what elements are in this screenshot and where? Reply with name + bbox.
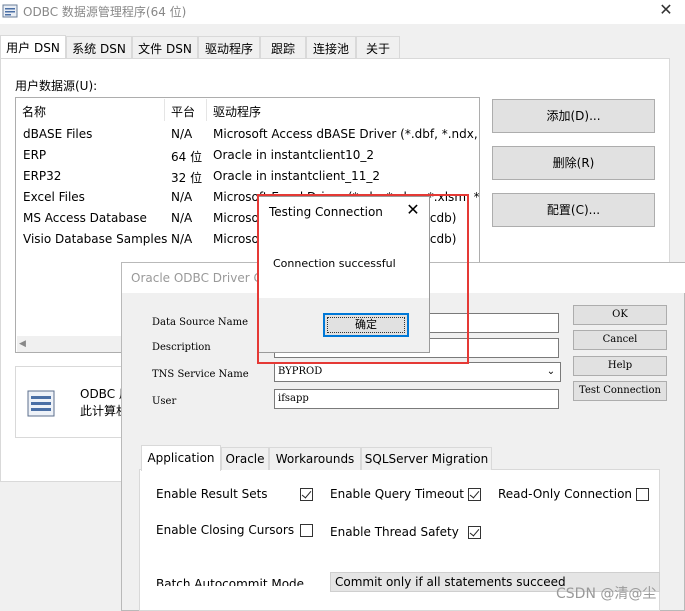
enable-thread-safety-label: Enable Thread Safety	[330, 525, 459, 539]
table-row[interactable]: ERP32 32 位 Oracle in instantclient_11_2	[16, 166, 479, 187]
help-button[interactable]: Help	[573, 356, 667, 376]
dsn-name: dBASE Files	[23, 127, 93, 141]
dsn-platform: N/A	[171, 127, 193, 141]
tab-application[interactable]: Application	[141, 445, 221, 471]
dsn-platform: 64 位	[171, 150, 203, 164]
dsn-name: Visio Database Samples	[23, 232, 168, 246]
odbc-app-icon	[2, 3, 18, 19]
batch-autocommit-label: Batch Autocommit Mode	[156, 577, 305, 586]
table-row[interactable]: dBASE Files N/A Microsoft Access dBASE D…	[16, 124, 479, 145]
table-row[interactable]: ERP 64 位 Oracle in instantclient10_2	[16, 145, 479, 166]
tab-oracle[interactable]: Oracle	[221, 447, 269, 470]
description-label: Description	[152, 342, 211, 353]
tab-system-dsn[interactable]: 系统 DSN	[66, 36, 132, 58]
tab-user-dsn[interactable]: 用户 DSN	[0, 35, 66, 59]
enable-closing-cursors-checkbox[interactable]	[300, 524, 313, 537]
cancel-button[interactable]: Cancel	[573, 330, 667, 350]
tab-workarounds[interactable]: Workarounds	[269, 447, 361, 470]
column-header-platform[interactable]: 平台	[165, 99, 207, 121]
highlight-annotation	[257, 194, 469, 364]
user-field[interactable]: ifsapp	[274, 389, 559, 409]
enable-query-timeout-label: Enable Query Timeout	[330, 487, 464, 501]
dsn-platform: N/A	[171, 190, 193, 204]
dsn-driver: Microsoft Access dBASE Driver (*.dbf, *.…	[213, 127, 480, 141]
database-icon	[26, 388, 58, 420]
dsn-name: Excel Files	[23, 190, 85, 204]
enable-query-timeout-checkbox[interactable]	[468, 488, 481, 501]
enable-closing-cursors-label: Enable Closing Cursors	[156, 523, 295, 537]
tab-file-dsn[interactable]: 文件 DSN	[132, 36, 198, 58]
user-dsn-list-label: 用户数据源(U):	[15, 79, 98, 93]
main-tab-strip: 用户 DSN 系统 DSN 文件 DSN 驱动程序 跟踪 连接池 关于	[0, 35, 685, 59]
tab-about[interactable]: 关于	[356, 36, 400, 58]
tab-drivers[interactable]: 驱动程序	[198, 36, 260, 58]
tns-service-name-select[interactable]: BYPROD	[274, 362, 561, 382]
tab-connection-pool[interactable]: 连接池	[306, 36, 356, 58]
dsn-driver: Oracle in instantclient10_2	[213, 148, 375, 162]
read-only-connection-checkbox[interactable]	[636, 488, 649, 501]
dsn-platform: N/A	[171, 232, 193, 246]
scroll-left-icon[interactable]: ◀	[19, 338, 31, 350]
user-label: User	[152, 396, 177, 407]
add-button[interactable]: 添加(D)...	[492, 99, 655, 133]
dsn-name: ERP32	[23, 169, 62, 183]
column-header-driver[interactable]: 驱动程序	[207, 99, 479, 121]
tns-service-name-label: TNS Service Name	[152, 369, 249, 380]
read-only-connection-label: Read-Only Connection	[498, 487, 633, 501]
data-source-name-label: Data Source Name	[152, 317, 249, 328]
watermark: CSDN @清@尘	[556, 586, 657, 602]
tab-tracing[interactable]: 跟踪	[260, 36, 306, 58]
enable-thread-safety-checkbox[interactable]	[468, 526, 481, 539]
chevron-down-icon[interactable]: ⌄	[544, 364, 558, 380]
column-header-name[interactable]: 名称	[16, 99, 165, 121]
window-title: ODBC 数据源管理程序(64 位)	[23, 5, 187, 19]
test-connection-button[interactable]: Test Connection	[573, 381, 667, 401]
close-icon[interactable]: ✕	[656, 0, 676, 20]
ok-button[interactable]: OK	[573, 305, 667, 325]
dsn-platform: 32 位	[171, 171, 203, 185]
dsn-name: MS Access Database	[23, 211, 147, 225]
dsn-platform: N/A	[171, 211, 193, 225]
enable-result-sets-label: Enable Result Sets	[156, 487, 268, 501]
configure-button[interactable]: 配置(C)...	[492, 193, 655, 227]
dsn-name: ERP	[23, 148, 47, 162]
enable-result-sets-checkbox[interactable]	[300, 488, 313, 501]
remove-button[interactable]: 删除(R)	[492, 146, 655, 180]
tab-sqlserver-migration[interactable]: SQLServer Migration	[361, 447, 492, 470]
dsn-driver: Oracle in instantclient_11_2	[213, 169, 381, 183]
